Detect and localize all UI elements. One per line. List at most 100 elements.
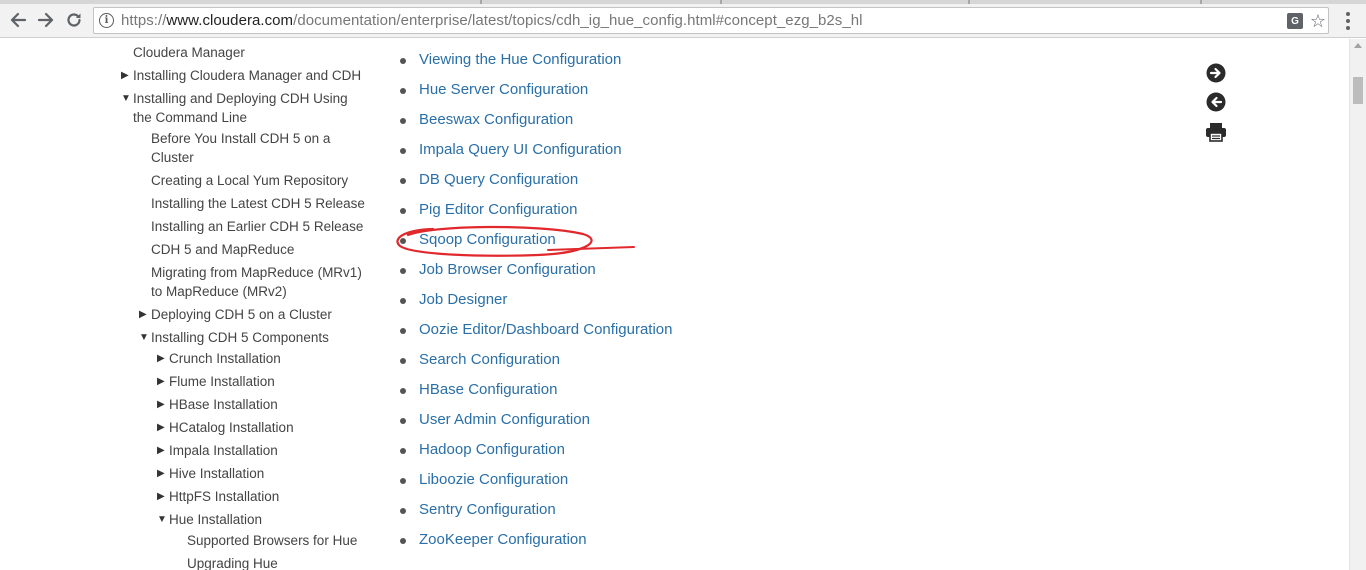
topic-link[interactable]: Job Browser Configuration (419, 260, 596, 280)
topic-link[interactable]: Oozie Editor/Dashboard Configuration (419, 320, 672, 340)
bullet-icon (400, 448, 406, 454)
sidebar-item[interactable]: ▼ Installing CDH 5 Components (139, 328, 329, 347)
sidebar-item[interactable]: ▶ Deploying CDH 5 on a Cluster (139, 305, 332, 324)
bullet-icon (400, 58, 406, 64)
arrow-circle-right-icon (1206, 63, 1226, 83)
triangle-right-icon[interactable]: ▶ (157, 418, 165, 437)
topic-link[interactable]: Pig Editor Configuration (419, 200, 577, 220)
triangle-down-icon[interactable]: ▼ (121, 89, 131, 108)
bullet-icon (400, 478, 406, 484)
triangle-right-icon[interactable]: ▶ (157, 395, 165, 414)
url-text[interactable]: https://www.cloudera.com/documentation/e… (121, 12, 863, 29)
topic-link[interactable]: User Admin Configuration (419, 410, 590, 430)
address-bar[interactable]: i https://www.cloudera.com/documentation… (93, 7, 1329, 34)
triangle-right-icon[interactable]: ▶ (157, 487, 165, 506)
browser-menu-icon[interactable] (1340, 12, 1356, 30)
topic-link[interactable]: Search Configuration (419, 350, 560, 370)
sidebar-item-label: to MapReduce (MRv2) (151, 284, 287, 299)
bullet-icon (400, 208, 406, 214)
sidebar-item-label: Cloudera Manager (133, 45, 245, 60)
sidebar-item[interactable]: ▶ Installing Cloudera Manager and CDH (121, 66, 361, 85)
topic-link[interactable]: Impala Query UI Configuration (419, 140, 622, 160)
triangle-right-icon[interactable]: ▶ (157, 372, 165, 391)
sidebar-item[interactable]: Creating a Local Yum Repository (151, 171, 348, 190)
bullet-icon (400, 88, 406, 94)
sidebar-item[interactable]: ▼ Hue Installation (157, 510, 262, 529)
sidebar-item[interactable]: ▶ Impala Installation (157, 441, 278, 460)
topic-link[interactable]: Sqoop Configuration (419, 230, 556, 250)
topic-link[interactable]: Job Designer (419, 290, 507, 310)
topic-link[interactable]: HBase Configuration (419, 380, 557, 400)
triangle-right-icon[interactable]: ▶ (157, 464, 165, 483)
sidebar-item[interactable]: ▶ Flume Installation (157, 372, 275, 391)
url-scheme: https:// (121, 12, 167, 29)
triangle-right-icon[interactable]: ▶ (139, 305, 147, 324)
sidebar-item[interactable]: Cloudera Manager (133, 43, 245, 62)
sidebar-item[interactable]: Migrating from MapReduce (MRv1) (151, 263, 362, 282)
url-host: www.cloudera.com (166, 12, 294, 29)
bullet-icon (400, 118, 406, 124)
triangle-down-icon[interactable]: ▼ (139, 328, 149, 347)
info-icon[interactable]: i (99, 13, 114, 28)
bullet-icon (400, 268, 406, 274)
bookmark-star-icon[interactable]: ☆ (1308, 11, 1328, 31)
sidebar-item-label: HttpFS Installation (169, 489, 280, 504)
topic-link[interactable]: Hue Server Configuration (419, 80, 588, 100)
scroll-up-arrow[interactable] (1354, 43, 1362, 48)
sidebar-item-label: Creating a Local Yum Repository (151, 173, 349, 188)
sidebar-item[interactable]: ▶ HCatalog Installation (157, 418, 294, 437)
sidebar-item[interactable]: to MapReduce (MRv2) (151, 282, 287, 301)
sidebar-item[interactable]: ▶ Hive Installation (157, 464, 265, 483)
bullet-icon (400, 178, 406, 184)
sidebar-item-label: Upgrading Hue (187, 556, 278, 570)
browser-toolbar: i https://www.cloudera.com/documentation… (0, 4, 1366, 38)
page-scrollbar[interactable] (1349, 39, 1366, 570)
sidebar-item[interactable]: CDH 5 and MapReduce (151, 240, 294, 259)
reload-button[interactable] (61, 7, 87, 33)
topic-link[interactable]: ZooKeeper Configuration (419, 530, 587, 550)
sidebar-item-label: Migrating from MapReduce (MRv1) (151, 265, 362, 280)
sidebar-item-label: HCatalog Installation (169, 420, 294, 435)
arrow-right-icon (37, 12, 54, 28)
sidebar-item-label: Supported Browsers for Hue (187, 533, 358, 548)
next-page-button[interactable] (1205, 62, 1227, 84)
scroll-thumb[interactable] (1353, 77, 1363, 104)
previous-page-button[interactable] (1205, 91, 1227, 113)
triangle-right-icon[interactable]: ▶ (121, 66, 129, 85)
topic-link[interactable]: Hadoop Configuration (419, 440, 565, 460)
sidebar-item[interactable]: Installing the Latest CDH 5 Release (151, 194, 365, 213)
bullet-icon (400, 508, 406, 514)
sidebar-item[interactable]: Cluster (151, 148, 194, 167)
page-content: Cloudera Manager ▶ Installing Cloudera Man… (0, 39, 1349, 570)
sidebar-item[interactable]: Before You Install CDH 5 on a (151, 129, 330, 148)
sidebar-item-label: Deploying CDH 5 on a Cluster (151, 307, 332, 322)
topic-link[interactable]: Sentry Configuration (419, 500, 556, 520)
sidebar-item[interactable]: ▼ Installing and Deploying CDH Using (121, 89, 348, 108)
triangle-right-icon[interactable]: ▶ (157, 349, 165, 368)
topic-link[interactable]: DB Query Configuration (419, 170, 578, 190)
sidebar-item-label: Flume Installation (169, 374, 275, 389)
sidebar-item[interactable]: ▶ HBase Installation (157, 395, 278, 414)
sidebar-item[interactable]: Supported Browsers for Hue (187, 531, 357, 550)
topic-link[interactable]: Beeswax Configuration (419, 110, 573, 130)
triangle-down-icon[interactable]: ▼ (157, 510, 167, 529)
back-button[interactable] (5, 7, 31, 33)
forward-button[interactable] (33, 7, 59, 33)
sidebar-item[interactable]: ▶ HttpFS Installation (157, 487, 280, 506)
bullet-icon (400, 538, 406, 544)
print-button[interactable] (1205, 121, 1227, 143)
sidebar-item-label: CDH 5 and MapReduce (151, 242, 295, 257)
sidebar-item[interactable]: the Command Line (133, 108, 247, 127)
topic-link[interactable]: Viewing the Hue Configuration (419, 50, 621, 70)
sidebar-item-label: the Command Line (133, 110, 248, 125)
triangle-right-icon[interactable]: ▶ (157, 441, 165, 460)
url-path: /documentation/enterprise/latest/topics/… (293, 12, 863, 29)
sidebar-item-label: Hive Installation (169, 466, 265, 481)
translate-icon: G (1287, 13, 1303, 29)
sidebar-item-label: Cluster (151, 150, 194, 165)
sidebar-item[interactable]: ▶ Crunch Installation (157, 349, 281, 368)
translate-button[interactable]: G (1285, 11, 1305, 31)
sidebar-item[interactable]: Installing an Earlier CDH 5 Release (151, 217, 363, 236)
topic-link[interactable]: Liboozie Configuration (419, 470, 568, 490)
sidebar-item[interactable]: Upgrading Hue (187, 554, 278, 570)
